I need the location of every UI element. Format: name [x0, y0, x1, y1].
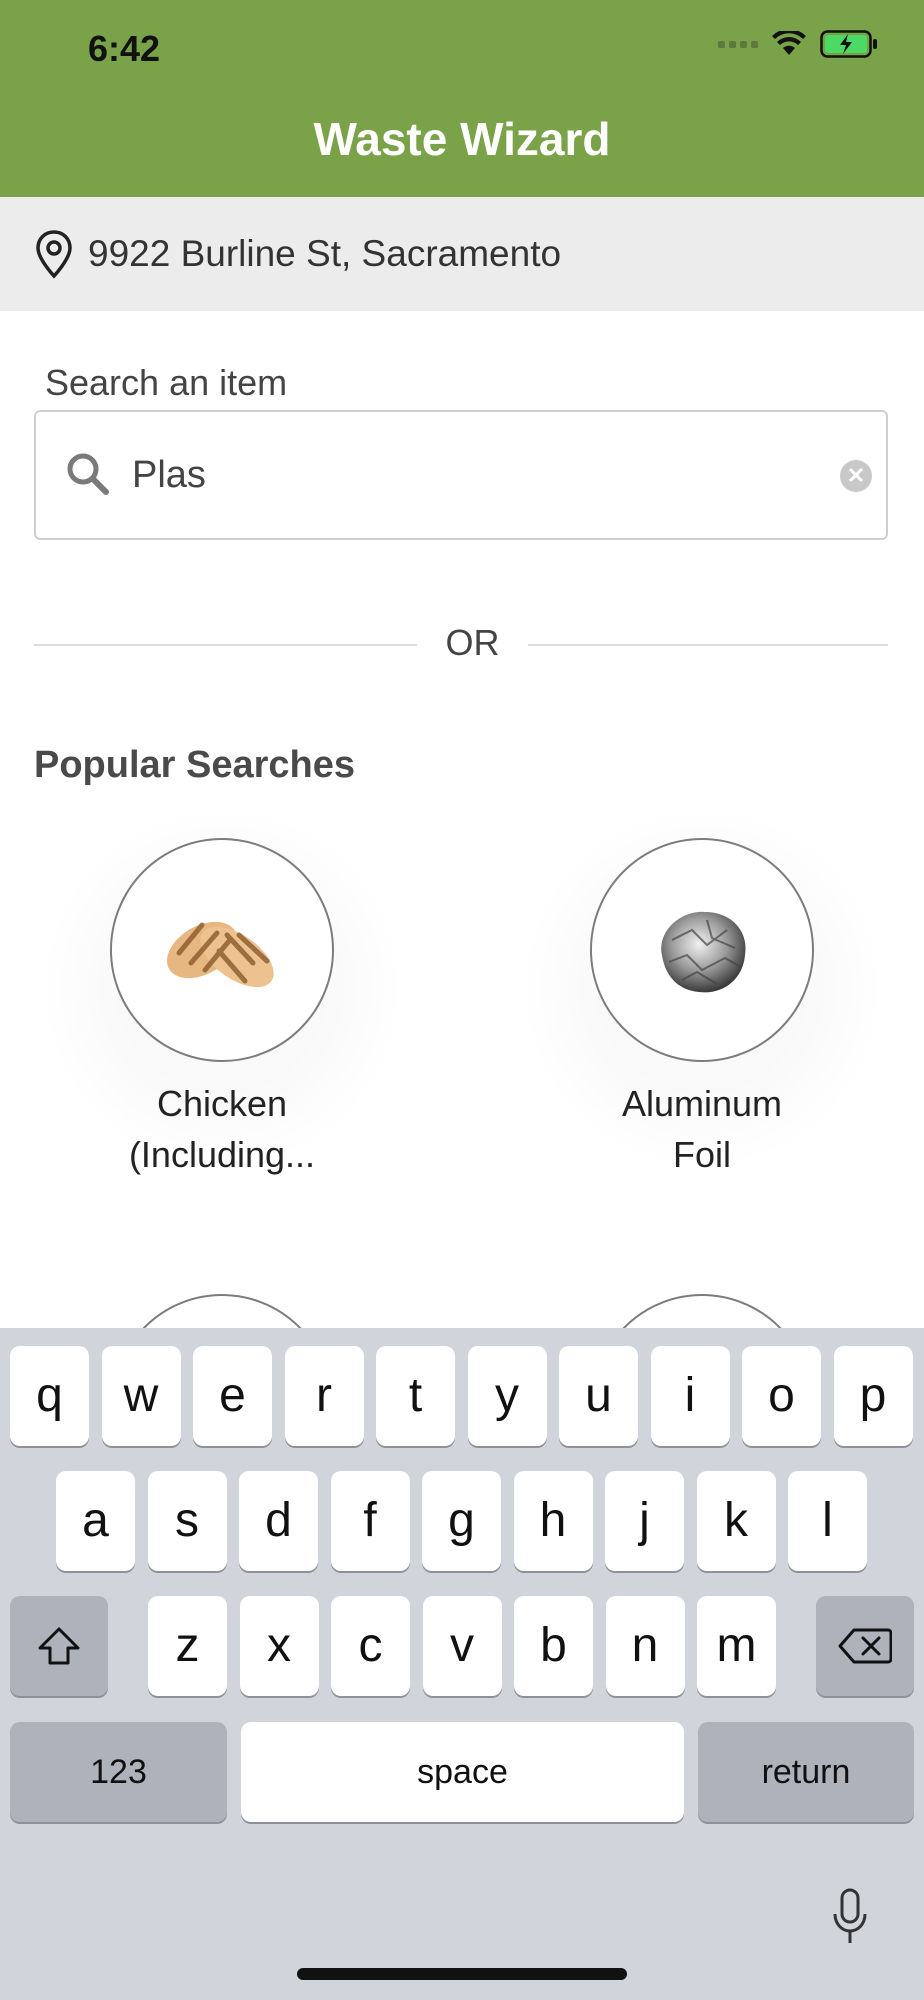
space-key[interactable]: space: [241, 1722, 684, 1822]
shift-key[interactable]: [10, 1596, 108, 1696]
key-j[interactable]: j: [605, 1471, 684, 1571]
key-d[interactable]: d: [239, 1471, 318, 1571]
backspace-key[interactable]: [816, 1596, 914, 1696]
status-time: 6:42: [88, 28, 161, 69]
or-text: OR: [445, 622, 500, 663]
search-input[interactable]: [132, 412, 812, 538]
search-icon: [67, 453, 109, 495]
key-z[interactable]: z: [148, 1596, 227, 1696]
divider-line-left: [34, 644, 417, 646]
search-label: Search an item: [45, 362, 288, 403]
location-pin-icon: [36, 230, 72, 279]
key-r[interactable]: r: [284, 1346, 364, 1446]
app-header: 6:42 Waste Wizard: [0, 0, 924, 197]
key-g[interactable]: g: [422, 1471, 501, 1571]
key-l[interactable]: l: [788, 1471, 867, 1571]
clear-icon[interactable]: ✕: [840, 460, 872, 492]
grilled-chicken-image: [166, 921, 274, 988]
divider-line-right: [528, 644, 888, 646]
key-q[interactable]: q: [10, 1346, 89, 1446]
key-n[interactable]: n: [605, 1596, 685, 1696]
popular-item-aluminum-foil[interactable]: Aluminum Foil: [522, 808, 882, 1180]
return-key[interactable]: return: [698, 1722, 914, 1822]
key-u[interactable]: u: [559, 1346, 638, 1446]
popular-item-label: Chicken (Including...: [128, 1083, 316, 1175]
popular-item-chicken[interactable]: Chicken (Including...: [42, 808, 402, 1180]
key-y[interactable]: y: [467, 1346, 547, 1446]
key-a[interactable]: a: [56, 1471, 135, 1571]
or-divider: OR: [34, 620, 888, 670]
key-f[interactable]: f: [330, 1471, 410, 1571]
key-e[interactable]: e: [193, 1346, 272, 1446]
popular-item-image-frame: [110, 838, 334, 1062]
key-m[interactable]: m: [697, 1596, 776, 1696]
popular-item-image-frame: [590, 838, 814, 1062]
search-box[interactable]: ✕: [34, 410, 888, 540]
key-x[interactable]: x: [239, 1596, 319, 1696]
key-o[interactable]: o: [742, 1346, 821, 1446]
microphone-icon[interactable]: [830, 1888, 870, 1948]
popular-searches-title: Popular Searches: [34, 744, 356, 786]
location-address: 9922 Burline St, Sacramento: [88, 233, 562, 274]
key-v[interactable]: v: [422, 1596, 502, 1696]
battery-charging-icon: [820, 30, 877, 58]
key-h[interactable]: h: [513, 1471, 593, 1571]
key-s[interactable]: s: [147, 1471, 227, 1571]
key-i[interactable]: i: [650, 1346, 730, 1446]
popular-item-label: Aluminum Foil: [621, 1083, 783, 1175]
numbers-key[interactable]: 123: [10, 1722, 227, 1822]
key-w[interactable]: w: [101, 1346, 181, 1446]
status-icons: [718, 30, 878, 58]
key-k[interactable]: k: [696, 1471, 776, 1571]
shift-icon: [38, 1627, 80, 1665]
aluminum-foil-image: [661, 911, 746, 993]
backspace-icon: [838, 1628, 893, 1664]
page-title: Waste Wizard: [313, 113, 611, 165]
key-c[interactable]: c: [331, 1596, 410, 1696]
key-t[interactable]: t: [376, 1346, 455, 1446]
home-indicator: [297, 1968, 627, 1980]
key-b[interactable]: b: [514, 1596, 593, 1696]
key-p[interactable]: p: [833, 1346, 913, 1446]
wifi-icon: [772, 31, 806, 55]
cellular-signal-icon: [718, 40, 758, 48]
location-bar[interactable]: 9922 Burline St, Sacramento: [0, 197, 924, 311]
